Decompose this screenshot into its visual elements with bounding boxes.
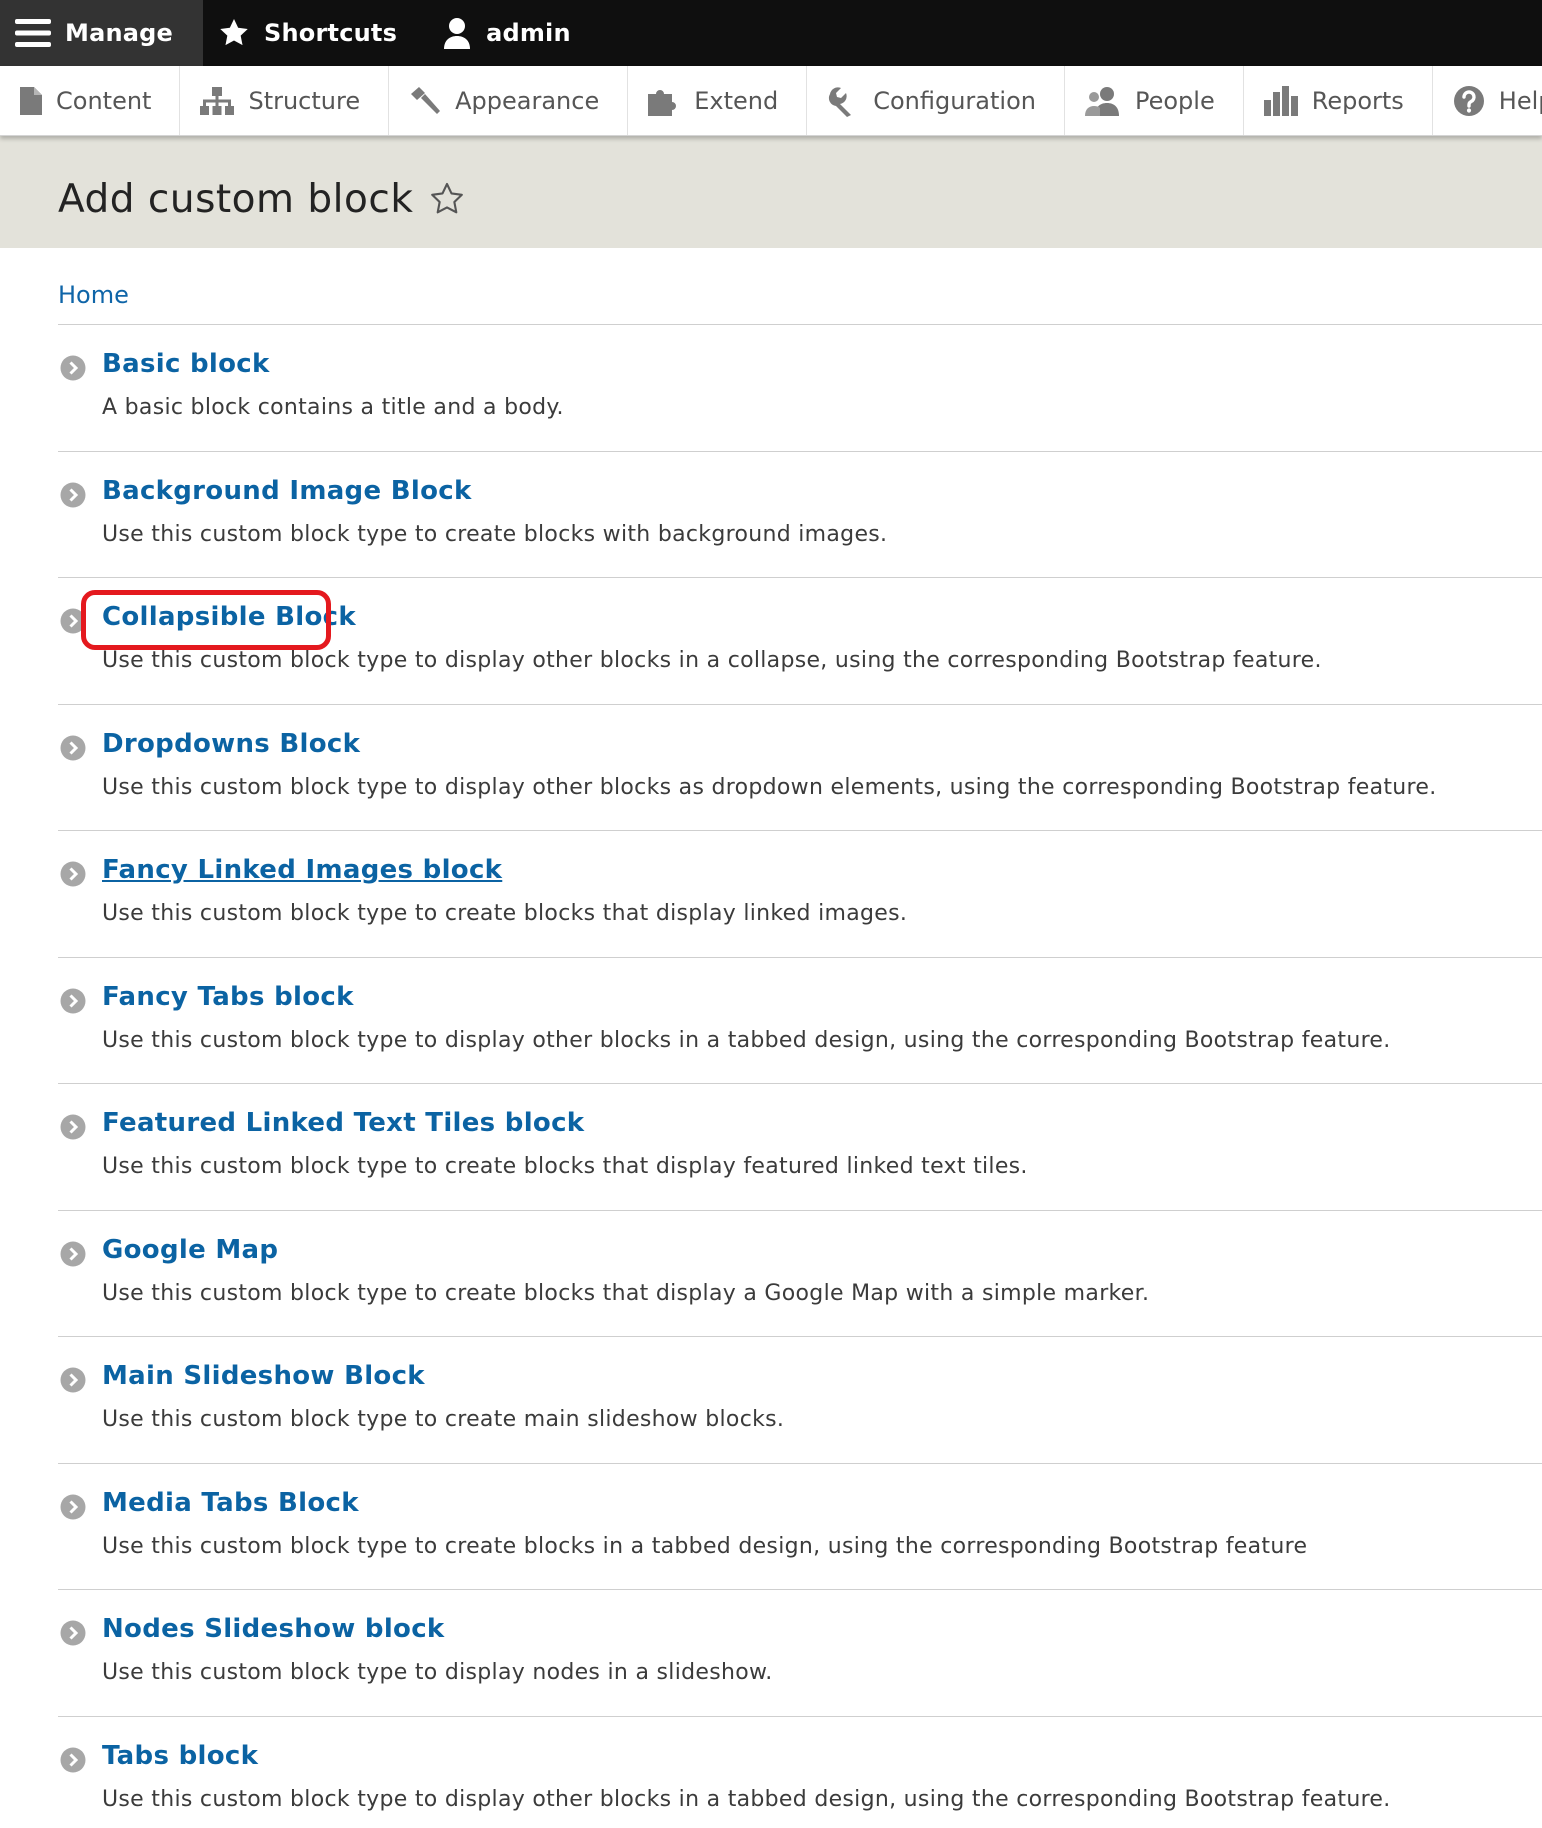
block-type-description: Use this custom block type to create blo…	[102, 1280, 1150, 1306]
tray-item-people[interactable]: People	[1065, 66, 1244, 135]
block-type-link-fancy-tabs[interactable]: Fancy Tabs block	[102, 982, 354, 1012]
admin-toolbar: Manage Shortcuts admin	[0, 0, 1542, 66]
block-type-description: Use this custom block type to display ot…	[102, 774, 1437, 800]
tray-label-people: People	[1134, 86, 1215, 115]
list-item: Collapsible Block Use this custom block …	[58, 578, 1542, 705]
wrench-icon	[827, 85, 859, 117]
chevron-circle-right-icon	[60, 735, 86, 765]
block-type-link-media-tabs[interactable]: Media Tabs Block	[102, 1488, 359, 1518]
chevron-circle-right-icon	[60, 988, 86, 1018]
tray-label-structure: Structure	[248, 86, 361, 115]
block-type-link-tabs[interactable]: Tabs block	[102, 1741, 258, 1771]
list-item: Tabs block Use this custom block type to…	[58, 1717, 1542, 1828]
block-type-description: Use this custom block type to create blo…	[102, 1154, 1028, 1179]
list-item: Google Map Use this custom block type to…	[58, 1211, 1542, 1337]
block-type-link-dropdowns[interactable]: Dropdowns Block	[102, 729, 360, 759]
list-item: Basic block A basic block contains a tit…	[58, 325, 1542, 452]
breadcrumb-home-link[interactable]: Home	[58, 281, 129, 309]
shortcuts-tab[interactable]: Shortcuts	[203, 0, 427, 66]
user-tab[interactable]: admin	[427, 0, 601, 66]
block-type-description: Use this custom block type to create blo…	[102, 1533, 1308, 1559]
shortcuts-label: Shortcuts	[264, 19, 398, 47]
chevron-circle-right-icon	[60, 1367, 86, 1397]
tray-label-configuration: Configuration	[873, 86, 1036, 115]
add-shortcut-star-icon[interactable]	[429, 181, 465, 217]
tray-item-extend[interactable]: Extend	[628, 66, 808, 135]
tray-label-appearance: Appearance	[455, 86, 600, 115]
tray-label-help: Help	[1498, 86, 1542, 115]
block-type-description: Use this custom block type to display ot…	[102, 648, 1322, 673]
page-header: Add custom block	[0, 136, 1542, 248]
main-content: Home Basic block A basic block contains …	[0, 248, 1542, 1828]
tray-label-reports: Reports	[1311, 86, 1404, 115]
block-type-description: Use this custom block type to display no…	[102, 1660, 773, 1685]
chevron-circle-right-icon	[60, 1747, 86, 1777]
block-type-link-featured-linked-text-tiles[interactable]: Featured Linked Text Tiles block	[102, 1108, 584, 1138]
bar-chart-icon	[1263, 85, 1298, 116]
tray-item-appearance[interactable]: Appearance	[389, 66, 629, 135]
block-type-link-fancy-linked-images[interactable]: Fancy Linked Images block	[102, 855, 502, 885]
list-item: Featured Linked Text Tiles block Use thi…	[58, 1084, 1542, 1211]
paintbrush-icon	[409, 86, 441, 116]
chevron-circle-right-icon	[60, 861, 86, 891]
chevron-circle-right-icon	[60, 482, 86, 512]
help-icon	[1453, 85, 1485, 117]
chevron-circle-right-icon	[60, 355, 86, 385]
block-type-link-background-image[interactable]: Background Image Block	[102, 476, 472, 506]
list-item: Fancy Linked Images block Use this custo…	[58, 831, 1542, 958]
block-type-list: Basic block A basic block contains a tit…	[58, 325, 1542, 1828]
block-type-description: Use this custom block type to create blo…	[102, 521, 888, 547]
page-title: Add custom block	[58, 176, 414, 222]
block-type-description: A basic block contains a title and a bod…	[102, 395, 564, 420]
manage-label: Manage	[65, 19, 174, 47]
tray-item-content[interactable]: Content	[0, 66, 181, 135]
breadcrumb: Home	[58, 248, 1542, 325]
list-item: Dropdowns Block Use this custom block ty…	[58, 705, 1542, 831]
chevron-circle-right-icon	[60, 1241, 86, 1271]
tray-label-extend: Extend	[694, 86, 779, 115]
block-type-link-collapsible[interactable]: Collapsible Block	[102, 602, 356, 632]
block-type-description: Use this custom block type to display ot…	[102, 1786, 1391, 1812]
chevron-circle-right-icon	[60, 1114, 86, 1144]
admin-tray-menu: Content Structure Appearance Extend Conf…	[0, 66, 1542, 136]
tray-item-structure[interactable]: Structure	[180, 66, 390, 135]
block-type-description: Use this custom block type to create blo…	[102, 901, 908, 926]
puzzle-icon	[648, 86, 680, 116]
chevron-circle-right-icon	[60, 608, 86, 638]
block-type-link-basic[interactable]: Basic block	[102, 349, 270, 379]
document-icon	[20, 86, 42, 115]
chevron-circle-right-icon	[60, 1494, 86, 1524]
list-item: Main Slideshow Block Use this custom blo…	[58, 1337, 1542, 1464]
list-item: Nodes Slideshow block Use this custom bl…	[58, 1590, 1542, 1717]
tray-item-help[interactable]: Help	[1433, 66, 1542, 135]
block-type-description: Use this custom block type to create mai…	[102, 1407, 785, 1432]
block-type-link-main-slideshow[interactable]: Main Slideshow Block	[102, 1361, 425, 1391]
tray-item-configuration[interactable]: Configuration	[807, 66, 1065, 135]
people-icon	[1084, 86, 1121, 116]
tray-item-reports[interactable]: Reports	[1244, 66, 1433, 135]
list-item: Fancy Tabs block Use this custom block t…	[58, 958, 1542, 1084]
list-item: Background Image Block Use this custom b…	[58, 452, 1542, 578]
tray-label-content: Content	[56, 86, 152, 115]
user-label: admin	[486, 19, 571, 47]
block-type-description: Use this custom block type to display ot…	[102, 1027, 1391, 1053]
block-type-link-google-map[interactable]: Google Map	[102, 1235, 278, 1265]
hamburger-icon	[15, 18, 51, 48]
block-type-link-nodes-slideshow[interactable]: Nodes Slideshow block	[102, 1614, 445, 1644]
list-item: Media Tabs Block Use this custom block t…	[58, 1464, 1542, 1590]
star-icon	[218, 17, 250, 49]
user-icon	[442, 17, 472, 49]
chevron-circle-right-icon	[60, 1620, 86, 1650]
sitemap-icon	[200, 86, 235, 115]
manage-tab[interactable]: Manage	[0, 0, 204, 66]
